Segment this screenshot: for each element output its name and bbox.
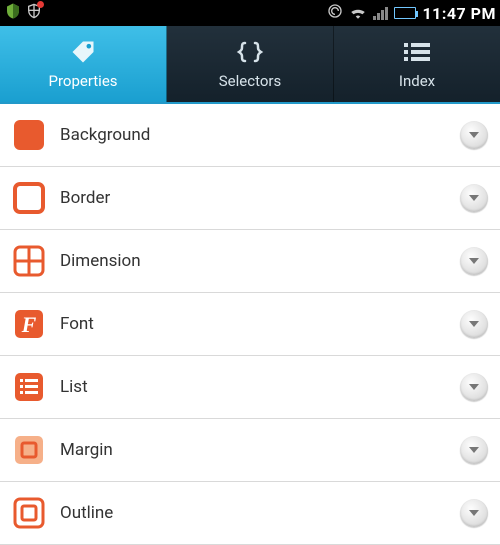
status-bar: 11:47 PM xyxy=(0,0,500,26)
list-item-label: Margin xyxy=(60,440,446,460)
list-item-outline[interactable]: Outline xyxy=(0,482,500,545)
tab-index[interactable]: Index xyxy=(334,26,500,102)
expand-button[interactable] xyxy=(460,247,488,275)
list-item-label: Outline xyxy=(60,503,446,523)
expand-button[interactable] xyxy=(460,436,488,464)
list-item-label: Background xyxy=(60,125,446,145)
clock: 11:47 PM xyxy=(422,4,496,23)
list-item-margin[interactable]: Margin xyxy=(0,419,500,482)
font-icon: F xyxy=(12,307,46,341)
list-item-label: Border xyxy=(60,188,446,208)
signal-icon xyxy=(373,6,388,20)
tab-bar: Properties Selectors Index xyxy=(0,26,500,104)
border-icon xyxy=(12,181,46,215)
tab-label: Index xyxy=(399,72,435,90)
svg-text:F: F xyxy=(21,312,37,337)
tab-selectors[interactable]: Selectors xyxy=(167,26,334,102)
tag-icon xyxy=(69,38,97,66)
margin-icon xyxy=(12,433,46,467)
tab-label: Properties xyxy=(48,72,117,90)
dimension-icon xyxy=(12,244,46,278)
list-item-label: Font xyxy=(60,314,446,334)
braces-icon xyxy=(235,38,265,66)
expand-button[interactable] xyxy=(460,499,488,527)
list-item-font[interactable]: F Font xyxy=(0,293,500,356)
expand-button[interactable] xyxy=(460,121,488,149)
expand-button[interactable] xyxy=(460,310,488,338)
list-item-label: Dimension xyxy=(60,251,446,271)
tab-label: Selectors xyxy=(219,72,281,90)
list-item-background[interactable]: Background xyxy=(0,104,500,167)
property-list: Background Border Dimension F Font xyxy=(0,104,500,545)
list-item-list[interactable]: List xyxy=(0,356,500,419)
notification-dot xyxy=(37,1,44,8)
shield-icon xyxy=(26,3,42,23)
battery-icon xyxy=(394,7,416,19)
list-item-border[interactable]: Border xyxy=(0,167,500,230)
sync-icon xyxy=(327,3,343,23)
background-icon xyxy=(12,118,46,152)
list-prop-icon xyxy=(12,370,46,404)
tab-properties[interactable]: Properties xyxy=(0,26,167,102)
expand-button[interactable] xyxy=(460,184,488,212)
list-item-dimension[interactable]: Dimension xyxy=(0,230,500,293)
list-icon xyxy=(404,38,430,66)
outline-icon xyxy=(12,496,46,530)
wifi-icon xyxy=(349,4,367,23)
lookout-icon xyxy=(4,2,22,24)
expand-button[interactable] xyxy=(460,373,488,401)
list-item-label: List xyxy=(60,377,446,397)
